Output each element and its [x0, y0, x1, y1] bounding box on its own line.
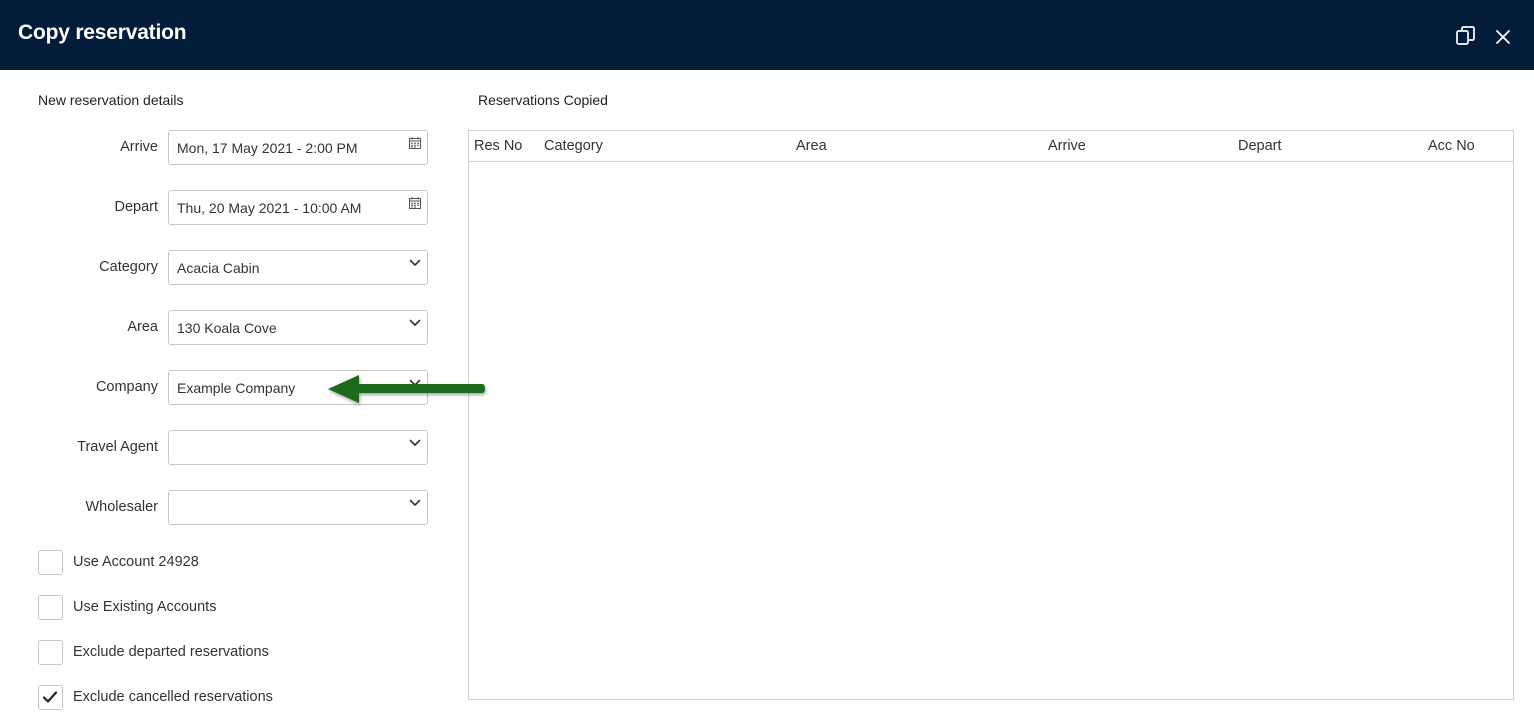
depart-value: Thu, 20 May 2021 - 10:00 AM — [177, 200, 362, 216]
arrive-date-input[interactable]: Mon, 17 May 2021 - 2:00 PM — [168, 130, 428, 165]
area-label: Area — [127, 319, 158, 335]
reservations-copied-table: Res No Category Area Arrive Depart Acc N… — [468, 130, 1514, 700]
reservations-copied-heading: Reservations Copied — [478, 92, 608, 108]
use-account-checkbox[interactable] — [38, 550, 63, 575]
category-select[interactable]: Acacia Cabin — [168, 250, 428, 285]
wholesaler-select[interactable] — [168, 490, 428, 525]
column-arrive[interactable]: Arrive — [1048, 138, 1086, 154]
use-existing-accounts-label[interactable]: Use Existing Accounts — [73, 599, 216, 615]
column-category[interactable]: Category — [544, 138, 603, 154]
use-existing-accounts-checkbox[interactable] — [38, 595, 63, 620]
checkmark-icon — [42, 691, 58, 703]
arrive-value: Mon, 17 May 2021 - 2:00 PM — [177, 140, 358, 156]
exclude-cancelled-option: Exclude cancelled reservations — [38, 685, 438, 711]
area-row: Area 130 Koala Cove — [0, 310, 440, 346]
title-bar: Copy reservation — [0, 0, 1534, 70]
wholesaler-row: Wholesaler — [0, 490, 440, 526]
depart-row: Depart Thu, 20 May 2021 - 10:00 AM — [0, 190, 440, 226]
green-arrow-pointer — [328, 375, 485, 403]
chevron-down-icon — [408, 256, 422, 270]
dialog-title: Copy reservation — [18, 21, 187, 44]
area-value: 130 Koala Cove — [177, 320, 277, 336]
close-icon[interactable] — [1493, 27, 1515, 49]
chevron-down-icon — [408, 496, 422, 510]
column-area[interactable]: Area — [796, 138, 827, 154]
new-reservation-details-heading: New reservation details — [38, 92, 184, 108]
use-account-option: Use Account 24928 — [38, 550, 438, 576]
depart-date-input[interactable]: Thu, 20 May 2021 - 10:00 AM — [168, 190, 428, 225]
table-header: Res No Category Area Arrive Depart Acc N… — [469, 131, 1513, 162]
calendar-icon[interactable] — [408, 196, 422, 210]
travel-agent-label: Travel Agent — [77, 439, 158, 455]
exclude-departed-option: Exclude departed reservations — [38, 640, 438, 666]
arrive-label: Arrive — [120, 139, 158, 155]
use-account-label[interactable]: Use Account 24928 — [73, 554, 199, 570]
use-existing-accounts-option: Use Existing Accounts — [38, 595, 438, 621]
exclude-cancelled-label[interactable]: Exclude cancelled reservations — [73, 689, 273, 705]
depart-label: Depart — [114, 199, 158, 215]
chevron-down-icon — [408, 436, 422, 450]
arrive-row: Arrive Mon, 17 May 2021 - 2:00 PM — [0, 130, 440, 166]
exclude-departed-checkbox[interactable] — [38, 640, 63, 665]
exclude-cancelled-checkbox[interactable] — [38, 685, 63, 710]
category-row: Category Acacia Cabin — [0, 250, 440, 286]
travel-agent-select[interactable] — [168, 430, 428, 465]
wholesaler-label: Wholesaler — [85, 499, 158, 515]
calendar-icon[interactable] — [408, 136, 422, 150]
area-select[interactable]: 130 Koala Cove — [168, 310, 428, 345]
company-label: Company — [95, 379, 158, 395]
exclude-departed-label[interactable]: Exclude departed reservations — [73, 644, 269, 660]
column-acc-no[interactable]: Acc No — [1428, 138, 1475, 154]
column-res-no[interactable]: Res No — [474, 138, 522, 154]
category-value: Acacia Cabin — [177, 260, 260, 276]
duplicate-window-icon[interactable] — [1455, 25, 1477, 47]
chevron-down-icon — [408, 316, 422, 330]
column-depart[interactable]: Depart — [1238, 138, 1282, 154]
category-label: Category — [99, 259, 158, 275]
travel-agent-row: Travel Agent — [0, 430, 440, 466]
company-value: Example Company — [177, 380, 296, 396]
